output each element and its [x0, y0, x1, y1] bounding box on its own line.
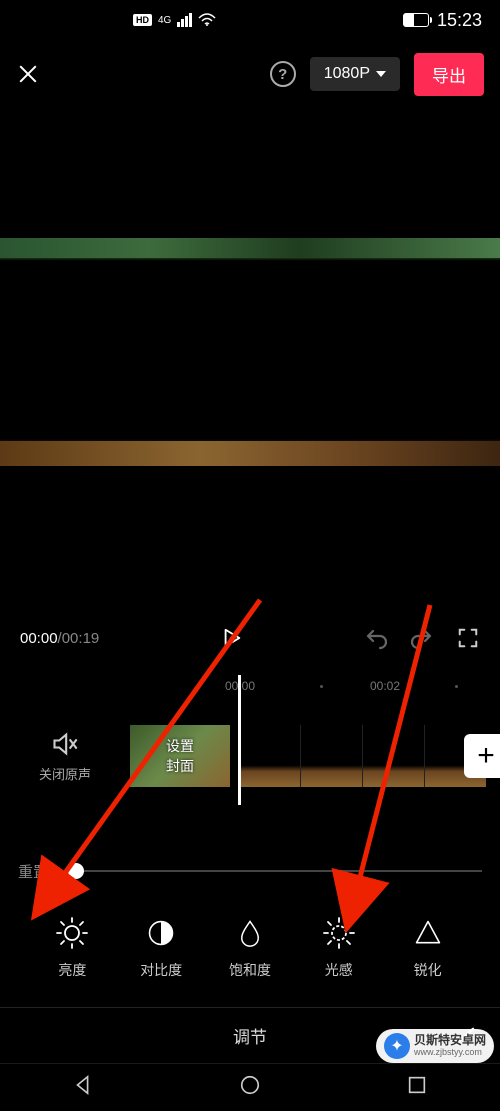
slider-handle[interactable]: [68, 863, 84, 879]
reset-button[interactable]: 重置: [18, 861, 48, 882]
signal-icon: [177, 13, 192, 27]
mute-toggle[interactable]: 关闭原声: [0, 730, 130, 783]
tool-label: 光感: [325, 960, 353, 980]
add-clip-button[interactable]: +: [464, 734, 500, 778]
chevron-down-icon: [376, 71, 386, 77]
adjust-panel: 重置 亮度 对比度 饱和度 光感: [0, 851, 500, 980]
clip-thumbnail[interactable]: [362, 725, 424, 787]
tool-label: 亮度: [58, 960, 86, 980]
cover-label: 设置 封面: [166, 736, 194, 776]
exposure-icon: [322, 916, 356, 950]
redo-button[interactable]: [410, 626, 434, 650]
clips-track[interactable]: [238, 725, 500, 787]
tool-label: 饱和度: [229, 960, 271, 980]
resolution-dropdown[interactable]: 1080P: [310, 57, 400, 91]
clip-thumbnail[interactable]: [300, 725, 362, 787]
resolution-label: 1080P: [324, 65, 370, 83]
export-button[interactable]: 导出: [414, 53, 484, 96]
time-display: 00:00/00:19: [20, 630, 99, 647]
mute-label: 关闭原声: [39, 764, 91, 783]
playhead[interactable]: [238, 675, 241, 805]
watermark-icon: ✦: [384, 1033, 410, 1059]
ruler-dot: [455, 685, 458, 688]
close-button[interactable]: [16, 62, 40, 86]
saturation-icon: [233, 916, 267, 950]
undo-button[interactable]: [364, 626, 388, 650]
nav-home-button[interactable]: [239, 1074, 261, 1101]
watermark: ✦ 贝斯特安卓网 www.zjbstyy.com: [376, 1029, 494, 1063]
tool-label: 锐化: [414, 960, 442, 980]
contrast-icon: [144, 916, 178, 950]
nav-recent-button[interactable]: [406, 1074, 428, 1101]
timeline-track[interactable]: 关闭原声 设置 封面 +: [0, 711, 500, 801]
timeline-ruler[interactable]: 00:00 00:02: [0, 671, 500, 701]
android-nav-bar: [0, 1063, 500, 1111]
sharpen-icon: [411, 916, 445, 950]
playback-controls: 00:00/00:19: [0, 613, 500, 663]
clip-thumbnail[interactable]: [238, 725, 300, 787]
battery-icon: 41: [403, 13, 429, 27]
tool-contrast[interactable]: 对比度: [121, 916, 201, 980]
speaker-icon: [51, 730, 79, 758]
help-button[interactable]: ?: [270, 61, 296, 87]
watermark-name: 贝斯特安卓网: [414, 1034, 486, 1047]
network-indicator: 4G: [158, 15, 171, 26]
clock: 15:23: [437, 10, 482, 31]
status-bar: HD 4G 41 15:23: [0, 0, 500, 40]
tool-saturation[interactable]: 饱和度: [210, 916, 290, 980]
tool-label: 对比度: [140, 960, 182, 980]
brightness-icon: [55, 916, 89, 950]
fullscreen-button[interactable]: [456, 626, 480, 650]
tool-exposure[interactable]: 光感: [299, 916, 379, 980]
video-preview[interactable]: [0, 118, 500, 483]
adjust-slider[interactable]: [68, 870, 482, 872]
wifi-icon: [198, 13, 216, 27]
tool-brightness[interactable]: 亮度: [32, 916, 112, 980]
nav-back-button[interactable]: [72, 1074, 94, 1101]
set-cover-button[interactable]: 设置 封面: [130, 725, 230, 787]
top-bar: ? 1080P 导出: [0, 40, 500, 108]
play-button[interactable]: [220, 626, 244, 650]
panel-title: 调节: [233, 1023, 267, 1048]
ruler-dot: [320, 685, 323, 688]
hd-badge: HD: [133, 14, 152, 26]
tool-sharpen[interactable]: 锐化: [388, 916, 468, 980]
ruler-time-2: 00:02: [370, 679, 400, 693]
watermark-url: www.zjbstyy.com: [414, 1048, 486, 1058]
